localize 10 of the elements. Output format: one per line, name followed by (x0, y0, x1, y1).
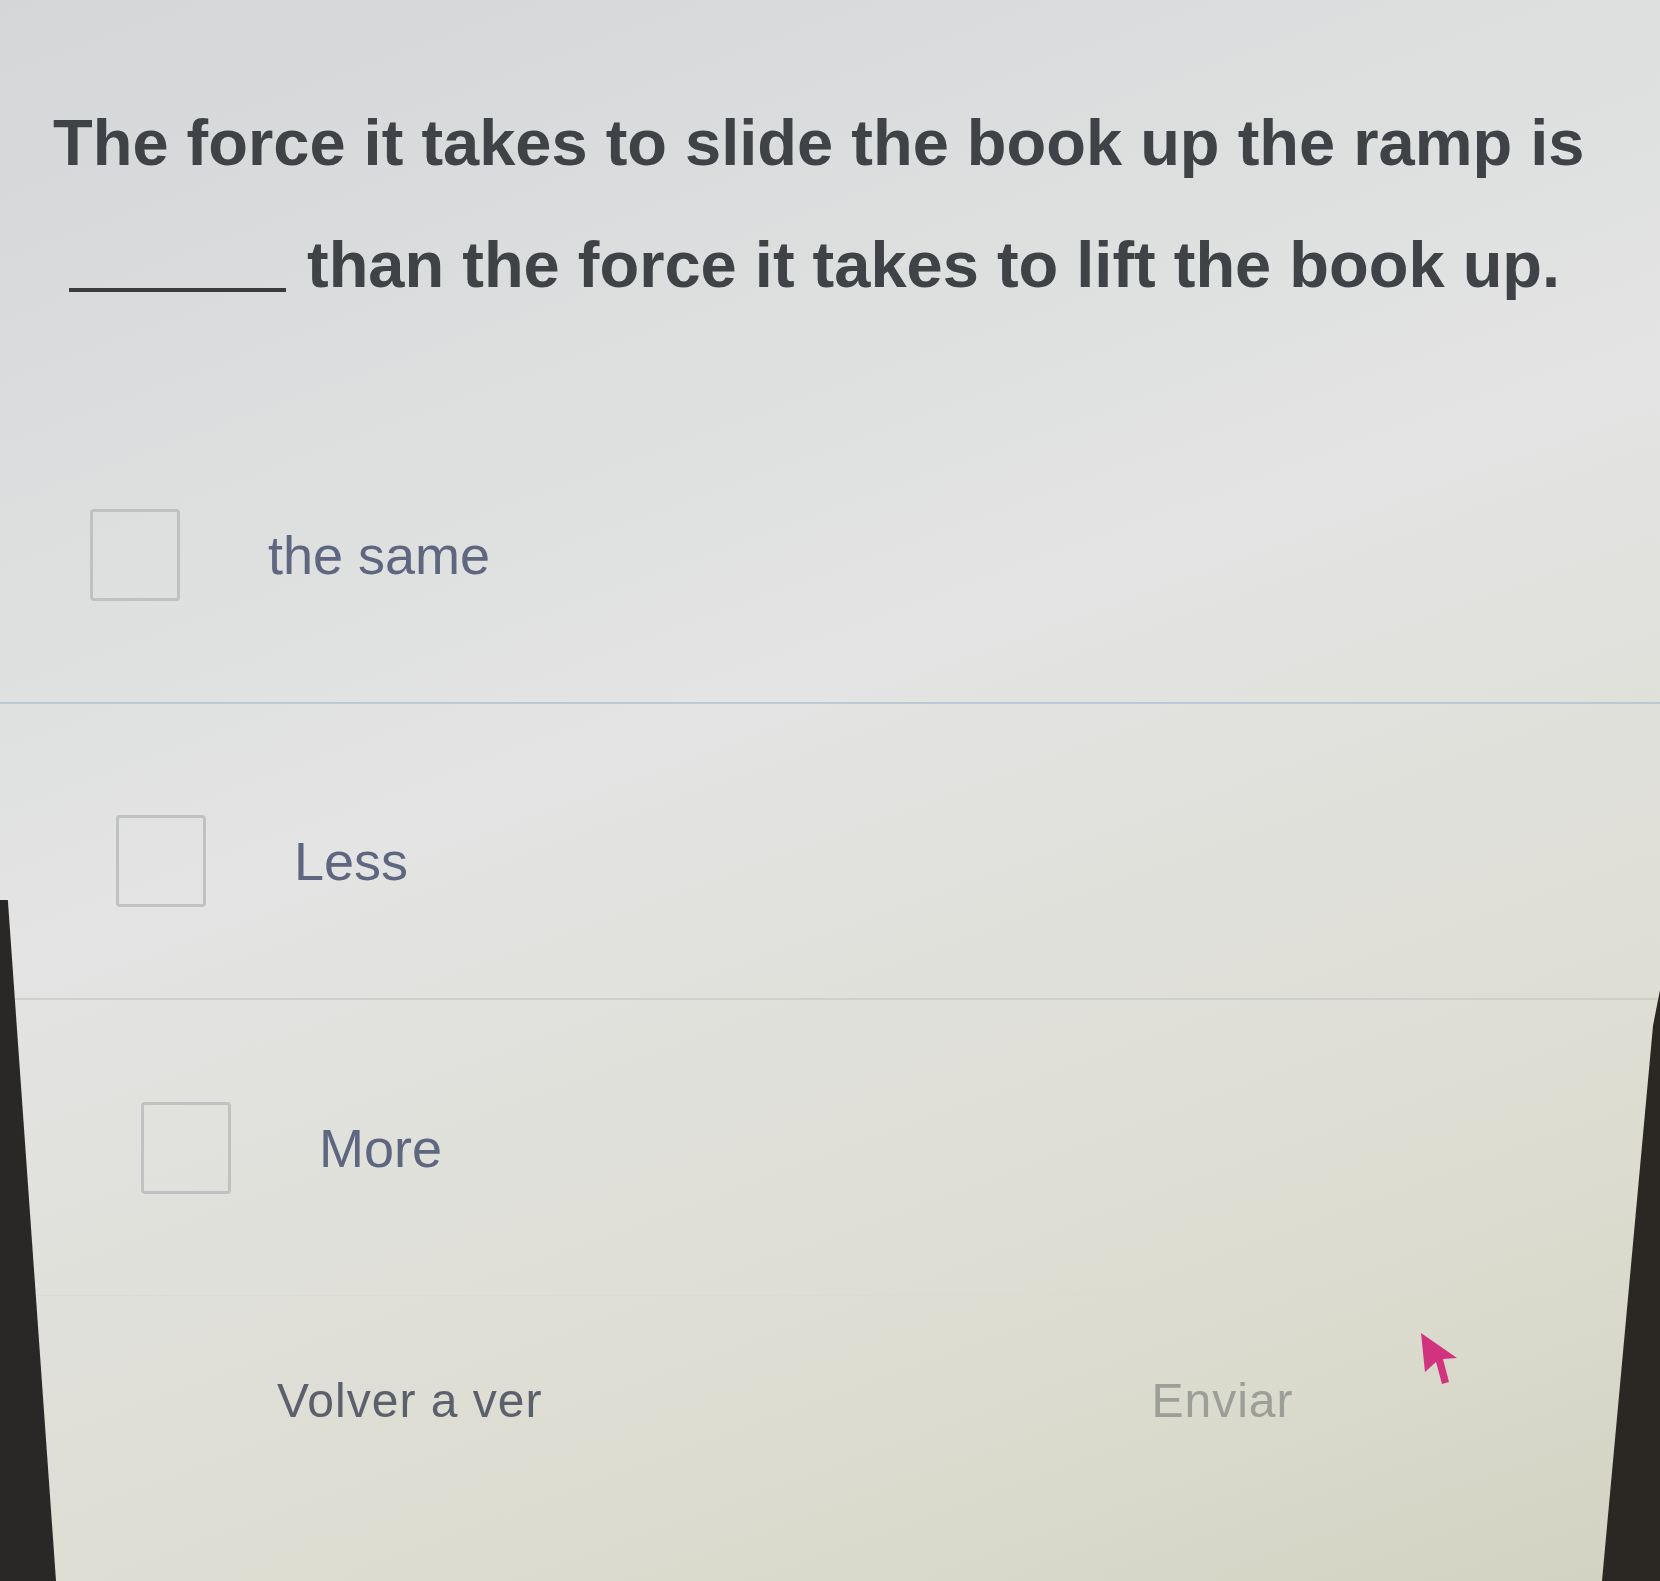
checkbox[interactable] (116, 815, 206, 907)
checkbox[interactable] (141, 1101, 231, 1194)
question-text: than the force it takes to lift the book up. (307, 228, 1561, 302)
option-label: Less (294, 830, 409, 893)
pointer-cursor-icon (1419, 1332, 1459, 1385)
option-label: the same (268, 524, 491, 587)
review-button[interactable]: Volver a ver (277, 1373, 543, 1429)
question-text: The force it takes to slide the book up the ramp is (53, 106, 1585, 180)
checkbox[interactable] (90, 509, 180, 601)
option-label: More (319, 1116, 443, 1180)
